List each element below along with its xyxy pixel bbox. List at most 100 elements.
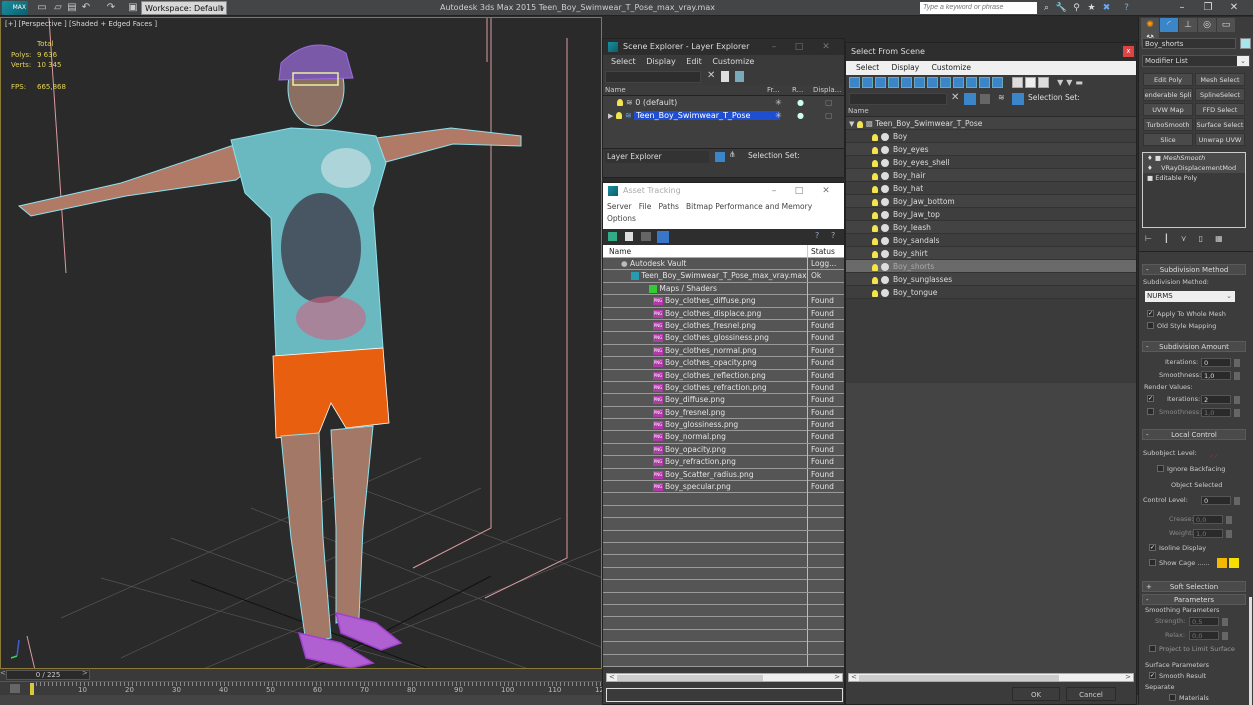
freeze-icon[interactable]: ✳ [775, 109, 782, 122]
scroll-left-icon[interactable]: < [851, 673, 857, 681]
scene-object-row[interactable]: Boy_leash [846, 221, 1136, 234]
asset-row[interactable]: PNG Boy_normal.png Found [603, 431, 844, 444]
modifier-button[interactable]: TurboSmooth [1143, 118, 1193, 131]
asset-row[interactable]: PNG Boy_clothes_reflection.png Found [603, 369, 844, 382]
show-end-result-icon[interactable]: ┃ [1164, 234, 1181, 243]
redo-icon[interactable]: ↷ [105, 2, 117, 14]
close-button[interactable]: ✕ [1222, 0, 1246, 16]
rollout-soft-selection[interactable]: + Soft Selection [1142, 581, 1246, 592]
bulb-icon[interactable] [872, 250, 878, 258]
display-icon[interactable]: ▢ [825, 96, 833, 109]
scene-object-row[interactable]: Boy_Jaw_bottom [846, 195, 1136, 208]
project-limit-surface-checkbox[interactable] [1149, 645, 1156, 652]
pin-stack-icon[interactable]: ⊢ [1145, 234, 1164, 243]
scene-object-row[interactable]: Boy [846, 130, 1136, 143]
scene-object-row[interactable]: Boy_tongue [846, 286, 1136, 299]
menu-select[interactable]: Select [856, 63, 879, 72]
asset-row[interactable]: PNG Boy_refraction.png Found [603, 456, 844, 469]
show-cage-checkbox[interactable] [1149, 559, 1156, 566]
layers-icon[interactable]: ≋ [998, 93, 1005, 102]
make-unique-icon[interactable]: ⋎ [1181, 234, 1199, 243]
asset-row[interactable]: PNG Boy_clothes_normal.png Found [603, 344, 844, 358]
select-from-scene-titlebar[interactable]: Select From Scene x [846, 43, 1136, 61]
bulb-icon[interactable] [872, 211, 878, 219]
layer-stack-icon[interactable] [735, 71, 744, 82]
render-iterations-checkbox[interactable]: ✓ [1147, 395, 1154, 402]
bulb-icon[interactable]: ♦ [1147, 164, 1153, 172]
menu-paths[interactable]: Paths [658, 202, 678, 211]
freeze-icon[interactable]: ✳ [775, 96, 782, 109]
new-file-icon[interactable]: ▭ [36, 2, 48, 14]
render-smoothness-checkbox[interactable] [1147, 408, 1154, 415]
scrollbar-thumb[interactable] [617, 675, 763, 681]
menu-bitmap-performance[interactable]: Bitmap Performance and Memory [686, 202, 812, 211]
maximize-button[interactable]: □ [789, 183, 809, 199]
maximize-button[interactable]: ❐ [1196, 0, 1220, 16]
minimize-button[interactable]: – [764, 183, 784, 199]
asset-tracking-titlebar[interactable]: Asset Tracking – □ ✕ [603, 183, 844, 199]
menu-customize[interactable]: Customize [712, 57, 754, 66]
render-smoothness-spinner[interactable]: 1,0 [1201, 408, 1240, 417]
modifier-button[interactable]: Slice [1143, 133, 1193, 146]
prev-frame-icon[interactable]: < [0, 669, 6, 677]
open-file-icon[interactable]: ▱ [52, 2, 64, 14]
filter-groups-icon[interactable] [927, 77, 938, 88]
scroll-right-icon[interactable]: > [1125, 673, 1131, 681]
filter-frozen-icon[interactable] [979, 77, 990, 88]
bulb-icon[interactable] [872, 237, 878, 245]
bulb-icon[interactable] [872, 289, 878, 297]
filter-bones-icon[interactable] [953, 77, 964, 88]
filter-icon[interactable]: ▼ [1057, 78, 1063, 87]
scene-horizontal-scrollbar[interactable]: < > [848, 673, 1134, 682]
modifier-list-dropdown[interactable]: Modifier List ⌄ [1142, 55, 1250, 67]
perspective-viewport[interactable]: [+] [Perspective ] [Shaded + Edged Faces… [0, 17, 602, 669]
col-name[interactable]: Name [846, 107, 1136, 117]
select-dependents-icon[interactable] [980, 94, 990, 104]
scroll-left-icon[interactable]: < [609, 673, 615, 681]
scene-object-row[interactable]: Boy_Jaw_top [846, 208, 1136, 221]
materials-checkbox[interactable] [1169, 694, 1176, 701]
filter-geometry-icon[interactable] [849, 77, 860, 88]
time-slider[interactable]: < 0 / 225 > [0, 669, 602, 681]
hierarchy-icon[interactable]: ⊥ [1179, 18, 1197, 32]
layer-new-icon[interactable] [721, 71, 729, 82]
close-button[interactable]: x [1123, 46, 1134, 57]
create-icon[interactable]: ✺ [1141, 18, 1159, 32]
scrollbar-thumb[interactable] [859, 675, 1059, 681]
help-icon[interactable]: ? [1120, 2, 1133, 14]
collapse-icon[interactable]: ▼ [849, 120, 854, 128]
smoothness-spinner[interactable]: 1,0 [1201, 371, 1240, 380]
menu-display[interactable]: Display [892, 63, 920, 72]
save-file-icon[interactable]: ▤ [66, 2, 78, 14]
display-icon[interactable]: ▭ [1217, 18, 1235, 32]
cancel-button[interactable]: Cancel [1066, 687, 1116, 701]
sort-layers-icon[interactable] [715, 152, 725, 162]
clear-icon[interactable]: ✕ [951, 92, 959, 103]
minimize-button[interactable]: – [764, 39, 784, 55]
filter-helpers-icon[interactable] [901, 77, 912, 88]
current-frame-marker[interactable] [30, 683, 34, 695]
satellite-icon[interactable]: ⚲ [1070, 2, 1083, 14]
hierarchy-icon[interactable]: ⋔ [729, 150, 736, 159]
star-icon[interactable]: ★ [1085, 2, 1098, 14]
display-options-icon[interactable]: ▬ [1075, 78, 1083, 87]
wrench-icon[interactable]: 🔧 [1055, 2, 1068, 14]
col-name[interactable]: Name [605, 85, 626, 96]
filter-spacewarps-icon[interactable] [914, 77, 925, 88]
smooth-result-checkbox[interactable]: ✓ [1149, 672, 1156, 679]
old-style-mapping-checkbox[interactable] [1147, 322, 1154, 329]
modify-icon[interactable]: ◜ [1160, 18, 1178, 32]
render-teapot-icon[interactable]: ● [797, 109, 804, 122]
mini-curve-editor-icon[interactable] [10, 684, 20, 693]
rollout-subdivision-method[interactable]: - Subdivision Method [1142, 264, 1246, 275]
col-display[interactable]: Displa... [813, 85, 841, 96]
layer-row[interactable]: ≋ 0 (default) ✳ ● ▢ [603, 96, 844, 109]
project-folder-icon[interactable]: ▣ [127, 2, 139, 14]
relax-spinner[interactable]: 0,0 [1189, 631, 1228, 640]
modifier-button[interactable]: Mesh Select [1195, 73, 1245, 86]
expand-icon[interactable]: ▶ [608, 112, 613, 120]
track-bar[interactable]: 10 20 30 40 50 60 70 80 90 100 110 12 [0, 681, 604, 695]
command-panel-scrollbar[interactable] [1249, 597, 1252, 705]
modifier-button[interactable]: UVW Map [1143, 103, 1193, 116]
asset-path-field[interactable] [606, 688, 843, 702]
